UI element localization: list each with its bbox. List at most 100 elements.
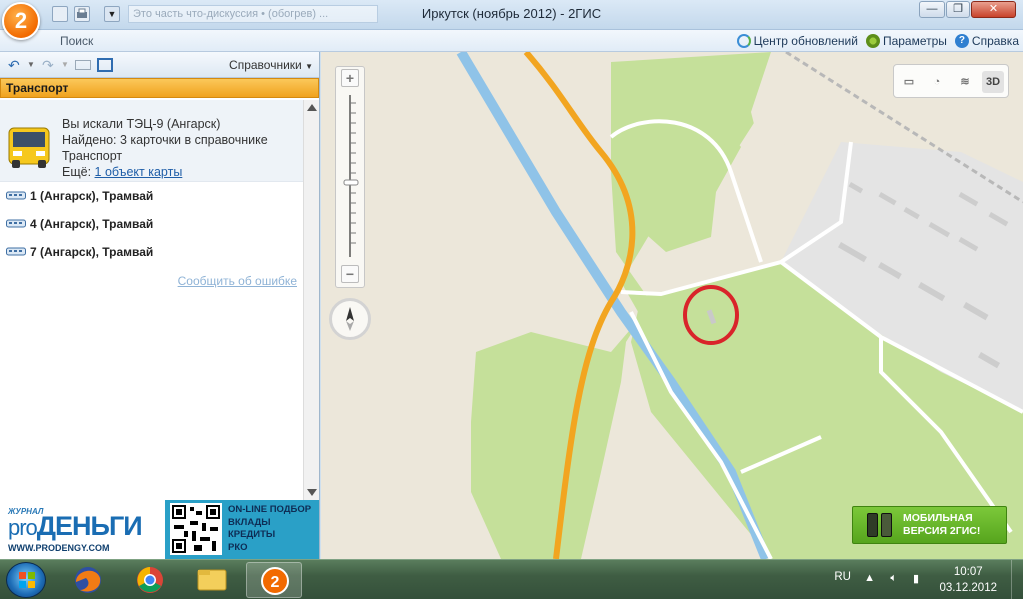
zoom-in-button[interactable]: + [341, 69, 359, 87]
start-button[interactable] [6, 562, 46, 598]
result-number: 4 [30, 217, 37, 231]
collapse-icon[interactable] [75, 60, 91, 70]
system-tray: RU ▲ 🔈︎ ▮ 10:07 03.12.2012 [823, 560, 1023, 599]
view-3d-button[interactable]: 3D [982, 71, 1004, 93]
mobile-version-banner[interactable]: МОБИЛЬНАЯ ВЕРСИЯ 2ГИС! [852, 506, 1007, 544]
ad-brand-name: proДЕНЬГИ [8, 511, 143, 541]
new-tab-icon[interactable] [52, 6, 68, 22]
folder-icon [197, 569, 227, 591]
taskbar: 2 RU ▲ 🔈︎ ▮ 10:07 03.12.2012 [0, 559, 1023, 599]
forward-dropdown-icon[interactable]: ▼ [61, 57, 69, 73]
refresh-icon [736, 34, 751, 48]
ruler-icon[interactable]: ▭ [898, 71, 920, 93]
result-number: 7 [30, 245, 37, 259]
updates-center-label: Центр обновлений [753, 34, 858, 48]
map-object-link[interactable]: 1 объект карты [95, 165, 183, 179]
results-list: Вы искали ТЭЦ-9 (Ангарск) Найдено: 3 кар… [0, 100, 303, 500]
forward-arrow-icon[interactable]: ↷ [42, 57, 54, 73]
2gis-app-icon: 2 [261, 567, 289, 595]
result-item[interactable]: 1 (Ангарск), Трамвай [0, 182, 303, 210]
found-count-text: Найдено: 3 карточки в справочнике [62, 133, 268, 147]
scroll-down-icon[interactable] [307, 489, 317, 496]
phone-icon [867, 513, 878, 537]
ad-banner[interactable]: ЖУРНАЛ proДЕНЬГИ WWW.PRODENGY.COM ON-LIN… [0, 500, 319, 559]
clock[interactable]: 10:07 03.12.2012 [939, 564, 997, 596]
more-row: Ещё: 1 объект карты [62, 165, 183, 179]
network-icon[interactable]: ▮ [913, 572, 919, 585]
compass-icon[interactable] [329, 298, 371, 340]
quick-access-dropdown-icon[interactable]: ▼ [104, 6, 120, 22]
minimize-button[interactable]: — [919, 1, 945, 18]
left-panel: ↶ ▼ ↷ ▼ Справочники ▼ Транспорт Вы искал… [0, 52, 320, 559]
ribbon-bar: Поиск Центр обновлений Параметры ? Справ… [0, 30, 1023, 52]
list-view-icon[interactable] [97, 58, 113, 72]
address-field[interactable]: Это часть что-дискуссия • (обогрев) ... [128, 5, 378, 23]
windows-logo-icon [19, 572, 35, 588]
zoom-slider-handle [343, 179, 359, 186]
panel-toolbar: ↶ ▼ ↷ ▼ Справочники ▼ [0, 52, 319, 78]
tram-icon [6, 219, 26, 228]
scroll-up-icon[interactable] [307, 104, 317, 111]
back-dropdown-icon[interactable]: ▼ [27, 57, 35, 73]
ad-text: ON-LINE ПОДБОР ВКЛАДЫ КРЕДИТЫ РКО [228, 504, 312, 553]
phone-icon [881, 513, 892, 537]
settings-label: Параметры [882, 34, 947, 48]
result-item[interactable]: 4 (Ангарск), Трамвай [0, 210, 303, 238]
map-view[interactable]: + − ▭ ◔ ≋ 3D МОБИЛЬНАЯ ВЕРСИЯ 2ГИС! [321, 52, 1023, 559]
tram-icon [6, 247, 26, 256]
search-query-text: Вы искали ТЭЦ-9 (Ангарск) [62, 117, 221, 131]
help-label: Справка [971, 34, 1019, 48]
tray-expand-icon[interactable]: ▲ [864, 572, 875, 584]
bus-icon [8, 127, 50, 168]
clock-time: 10:07 [953, 566, 983, 578]
updates-center-button[interactable]: Центр обновлений [736, 34, 858, 48]
result-item[interactable]: 7 (Ангарск), Трамвай [0, 238, 303, 266]
result-label: (Ангарск), Трамвай [36, 189, 154, 203]
results-scrollbar[interactable] [303, 100, 319, 500]
print-icon[interactable] [74, 6, 90, 22]
speaker-icon[interactable]: 🔈︎ [890, 572, 897, 585]
tram-icon [6, 191, 26, 200]
taskbar-2gis[interactable]: 2 [246, 562, 302, 598]
search-tab[interactable]: Поиск [60, 34, 93, 48]
firefox-icon [75, 567, 101, 593]
map-canvas [456, 52, 1023, 559]
zoom-slider[interactable] [336, 91, 364, 261]
ad-url: WWW.PRODENGY.COM [8, 543, 110, 553]
report-error-link[interactable]: Сообщить об ошибке [178, 274, 297, 288]
directories-dropdown[interactable]: Справочники ▼ [229, 58, 313, 72]
zoom-control: + − [335, 66, 365, 288]
language-indicator[interactable]: RU [834, 571, 851, 583]
close-button[interactable]: ✕ [971, 1, 1016, 18]
ad-brand-block: ЖУРНАЛ proДЕНЬГИ WWW.PRODENGY.COM [0, 500, 165, 559]
gear-icon [865, 34, 880, 48]
layers-icon[interactable]: ≋ [954, 71, 976, 93]
result-label: (Ангарск), Трамвай [36, 217, 154, 231]
category-text: Транспорт [62, 149, 123, 163]
clearing [751, 52, 881, 152]
back-arrow-icon[interactable]: ↶ [8, 57, 20, 73]
show-desktop-button[interactable] [1011, 560, 1023, 599]
search-summary: Вы искали ТЭЦ-9 (Ангарск) Найдено: 3 кар… [0, 100, 303, 182]
taskbar-firefox[interactable] [60, 562, 116, 598]
maximize-button[interactable]: ❐ [946, 1, 970, 18]
radius-icon[interactable]: ◔ [926, 71, 948, 93]
map-tools-panel: ▭ ◔ ≋ 3D [893, 64, 1009, 98]
clock-date: 03.12.2012 [939, 582, 997, 594]
mobile-banner-text: МОБИЛЬНАЯ ВЕРСИЯ 2ГИС! [903, 512, 981, 537]
help-icon: ? [954, 34, 969, 48]
result-label: (Ангарск), Трамвай [36, 245, 154, 259]
title-bar: 2 ▼ Это часть что-дискуссия • (обогрев) … [0, 0, 1023, 40]
qr-code-icon [170, 503, 222, 555]
settings-button[interactable]: Параметры [865, 34, 947, 48]
taskbar-chrome[interactable] [122, 562, 178, 598]
section-title: Транспорт [0, 78, 319, 98]
chrome-icon [137, 567, 163, 593]
svg-text:2: 2 [271, 574, 280, 591]
app-logo-icon[interactable]: 2 [2, 2, 40, 40]
taskbar-explorer[interactable] [184, 562, 240, 598]
help-button[interactable]: ? Справка [954, 34, 1019, 48]
chevron-down-icon: ▼ [305, 62, 313, 71]
result-number: 1 [30, 189, 37, 203]
zoom-out-button[interactable]: − [341, 265, 359, 283]
